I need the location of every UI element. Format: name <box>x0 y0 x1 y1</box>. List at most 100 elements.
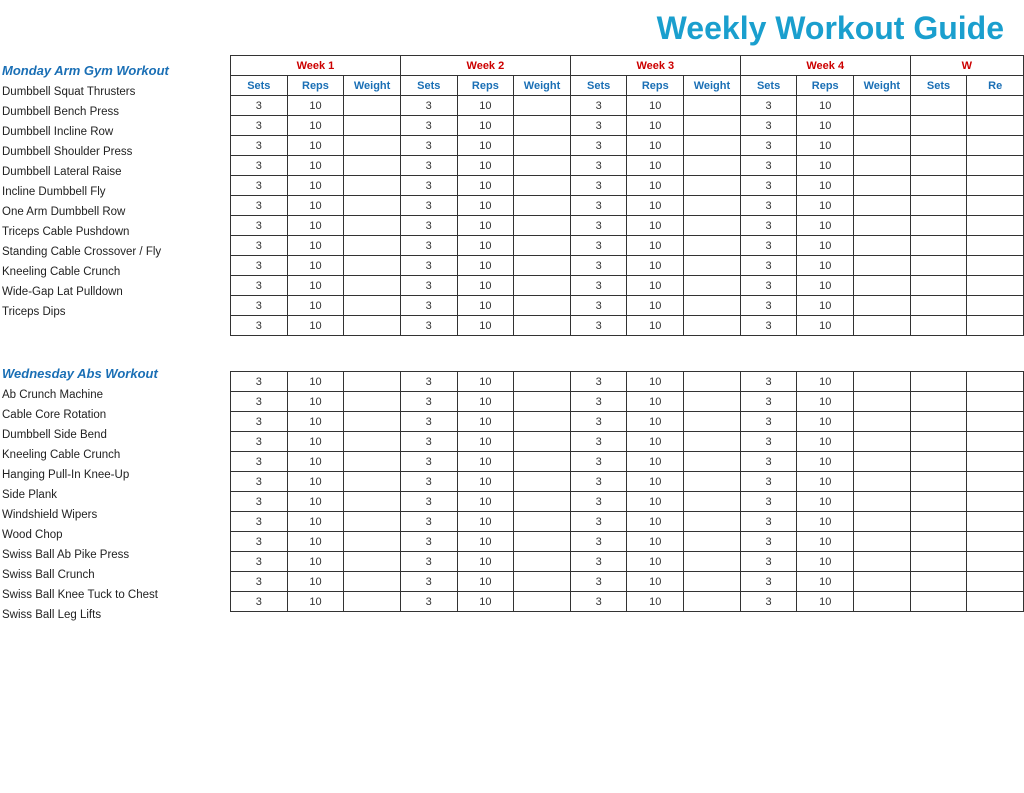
w4-sets-cell[interactable]: 3 <box>740 572 797 592</box>
w1-reps-cell[interactable]: 10 <box>287 136 344 156</box>
w1-sets-cell[interactable]: 3 <box>231 412 288 432</box>
w3-reps-cell[interactable]: 10 <box>627 532 684 552</box>
w1-weight-cell[interactable] <box>344 512 401 532</box>
w3-sets-cell[interactable]: 3 <box>570 136 627 156</box>
w3-reps-cell[interactable]: 10 <box>627 552 684 572</box>
w1-sets-cell[interactable]: 3 <box>231 116 288 136</box>
w4-sets-cell[interactable]: 3 <box>740 136 797 156</box>
w4-sets-cell[interactable]: 3 <box>740 472 797 492</box>
w1-weight-cell[interactable] <box>344 196 401 216</box>
w4-sets-cell[interactable]: 3 <box>740 116 797 136</box>
w1-sets-cell[interactable]: 3 <box>231 256 288 276</box>
w5-sets-cell[interactable] <box>910 592 967 612</box>
w5-sets-cell[interactable] <box>910 156 967 176</box>
w5-reps-cell[interactable] <box>967 432 1024 452</box>
w4-sets-cell[interactable]: 3 <box>740 236 797 256</box>
w2-weight-cell[interactable] <box>514 196 571 216</box>
w1-sets-cell[interactable]: 3 <box>231 592 288 612</box>
w4-reps-cell[interactable]: 10 <box>797 156 854 176</box>
w2-reps-cell[interactable]: 10 <box>457 412 514 432</box>
w4-weight-cell[interactable] <box>854 492 911 512</box>
w2-weight-cell[interactable] <box>514 592 571 612</box>
w1-reps-cell[interactable]: 10 <box>287 532 344 552</box>
w3-reps-cell[interactable]: 10 <box>627 432 684 452</box>
w1-sets-cell[interactable]: 3 <box>231 316 288 336</box>
w2-reps-cell[interactable]: 10 <box>457 196 514 216</box>
w2-reps-cell[interactable]: 10 <box>457 452 514 472</box>
w3-sets-cell[interactable]: 3 <box>570 372 627 392</box>
w4-weight-cell[interactable] <box>854 572 911 592</box>
w1-sets-cell[interactable]: 3 <box>231 96 288 116</box>
w4-sets-cell[interactable]: 3 <box>740 372 797 392</box>
w3-weight-cell[interactable] <box>684 572 741 592</box>
w2-reps-cell[interactable]: 10 <box>457 156 514 176</box>
w1-sets-cell[interactable]: 3 <box>231 512 288 532</box>
w4-reps-cell[interactable]: 10 <box>797 392 854 412</box>
w1-weight-cell[interactable] <box>344 256 401 276</box>
w1-reps-cell[interactable]: 10 <box>287 156 344 176</box>
w4-sets-cell[interactable]: 3 <box>740 392 797 412</box>
w2-reps-cell[interactable]: 10 <box>457 176 514 196</box>
w5-sets-cell[interactable] <box>910 196 967 216</box>
w3-weight-cell[interactable] <box>684 256 741 276</box>
w4-sets-cell[interactable]: 3 <box>740 552 797 572</box>
w1-sets-cell[interactable]: 3 <box>231 472 288 492</box>
w4-sets-cell[interactable]: 3 <box>740 216 797 236</box>
w4-weight-cell[interactable] <box>854 296 911 316</box>
w3-weight-cell[interactable] <box>684 532 741 552</box>
w2-sets-cell[interactable]: 3 <box>400 196 457 216</box>
w2-weight-cell[interactable] <box>514 296 571 316</box>
w1-reps-cell[interactable]: 10 <box>287 296 344 316</box>
w5-sets-cell[interactable] <box>910 116 967 136</box>
w4-weight-cell[interactable] <box>854 216 911 236</box>
w1-weight-cell[interactable] <box>344 532 401 552</box>
w3-weight-cell[interactable] <box>684 276 741 296</box>
w2-weight-cell[interactable] <box>514 392 571 412</box>
w4-weight-cell[interactable] <box>854 176 911 196</box>
w4-weight-cell[interactable] <box>854 276 911 296</box>
w2-weight-cell[interactable] <box>514 156 571 176</box>
w1-reps-cell[interactable]: 10 <box>287 472 344 492</box>
w3-reps-cell[interactable]: 10 <box>627 372 684 392</box>
w4-sets-cell[interactable]: 3 <box>740 512 797 532</box>
w3-sets-cell[interactable]: 3 <box>570 116 627 136</box>
w2-sets-cell[interactable]: 3 <box>400 116 457 136</box>
w1-reps-cell[interactable]: 10 <box>287 236 344 256</box>
w2-sets-cell[interactable]: 3 <box>400 392 457 412</box>
w2-reps-cell[interactable]: 10 <box>457 492 514 512</box>
w5-reps-cell[interactable] <box>967 96 1024 116</box>
w1-sets-cell[interactable]: 3 <box>231 176 288 196</box>
w1-sets-cell[interactable]: 3 <box>231 572 288 592</box>
w2-weight-cell[interactable] <box>514 236 571 256</box>
w2-weight-cell[interactable] <box>514 96 571 116</box>
w3-reps-cell[interactable]: 10 <box>627 176 684 196</box>
w5-reps-cell[interactable] <box>967 552 1024 572</box>
w2-weight-cell[interactable] <box>514 116 571 136</box>
w1-weight-cell[interactable] <box>344 316 401 336</box>
w3-weight-cell[interactable] <box>684 452 741 472</box>
w1-weight-cell[interactable] <box>344 236 401 256</box>
w4-reps-cell[interactable]: 10 <box>797 96 854 116</box>
w4-reps-cell[interactable]: 10 <box>797 256 854 276</box>
w2-reps-cell[interactable]: 10 <box>457 136 514 156</box>
w2-reps-cell[interactable]: 10 <box>457 552 514 572</box>
w3-sets-cell[interactable]: 3 <box>570 472 627 492</box>
w5-reps-cell[interactable] <box>967 472 1024 492</box>
w1-reps-cell[interactable]: 10 <box>287 572 344 592</box>
w5-reps-cell[interactable] <box>967 372 1024 392</box>
w3-reps-cell[interactable]: 10 <box>627 592 684 612</box>
w3-reps-cell[interactable]: 10 <box>627 156 684 176</box>
w1-reps-cell[interactable]: 10 <box>287 176 344 196</box>
w3-weight-cell[interactable] <box>684 216 741 236</box>
w4-weight-cell[interactable] <box>854 256 911 276</box>
w5-sets-cell[interactable] <box>910 512 967 532</box>
w1-sets-cell[interactable]: 3 <box>231 236 288 256</box>
w2-sets-cell[interactable]: 3 <box>400 492 457 512</box>
w5-reps-cell[interactable] <box>967 392 1024 412</box>
w5-sets-cell[interactable] <box>910 492 967 512</box>
w5-sets-cell[interactable] <box>910 432 967 452</box>
w3-sets-cell[interactable]: 3 <box>570 552 627 572</box>
w2-reps-cell[interactable]: 10 <box>457 432 514 452</box>
w2-weight-cell[interactable] <box>514 452 571 472</box>
w3-reps-cell[interactable]: 10 <box>627 512 684 532</box>
